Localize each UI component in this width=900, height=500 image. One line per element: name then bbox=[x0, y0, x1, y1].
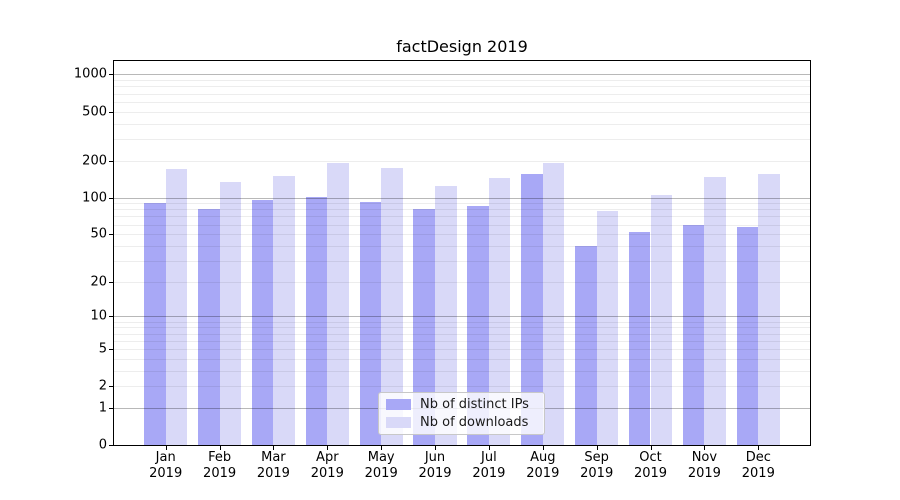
gridline-major-1000 bbox=[114, 74, 810, 75]
gridline-minor-9 bbox=[114, 322, 810, 323]
y-tick-100 bbox=[109, 198, 113, 199]
gridline-major-10 bbox=[114, 316, 810, 317]
x-tick-dec bbox=[758, 446, 759, 450]
bar-feb-downloads bbox=[220, 182, 242, 446]
y-tick-1000 bbox=[109, 74, 113, 75]
gridline-minor-6 bbox=[114, 341, 810, 342]
plot-area bbox=[113, 60, 811, 446]
bar-jan-downloads bbox=[166, 169, 188, 445]
gridline-minor-700 bbox=[114, 94, 810, 95]
y-tick-label-100: 100 bbox=[82, 191, 107, 204]
x-tick-apr bbox=[327, 446, 328, 450]
gridline-minor-300 bbox=[114, 139, 810, 140]
chart-figure: factDesign 2019 Nb of distinct IPs Nb of… bbox=[0, 0, 900, 500]
x-tick-may bbox=[381, 446, 382, 450]
y-tick-1 bbox=[109, 408, 113, 409]
gridline-minor-2 bbox=[114, 386, 810, 387]
gridline-minor-90 bbox=[114, 203, 810, 204]
y-tick-label-5: 5 bbox=[99, 342, 107, 355]
gridline-minor-4 bbox=[114, 359, 810, 360]
gridline-minor-3 bbox=[114, 371, 810, 372]
x-tick-label-oct: Oct2019 bbox=[634, 450, 667, 482]
gridline-minor-40 bbox=[114, 246, 810, 247]
x-tick-label-jan: Jan2019 bbox=[149, 450, 182, 482]
y-tick-label-0: 0 bbox=[99, 439, 107, 452]
x-tick-label-mar: Mar2019 bbox=[257, 450, 290, 482]
gridline-minor-70 bbox=[114, 216, 810, 217]
bar-oct-distinct-ips bbox=[629, 232, 651, 445]
bar-apr-downloads bbox=[327, 163, 349, 445]
legend: Nb of distinct IPs Nb of downloads bbox=[378, 392, 545, 435]
gridline-minor-500 bbox=[114, 112, 810, 113]
gridline-minor-50 bbox=[114, 234, 810, 235]
x-tick-nov bbox=[704, 446, 705, 450]
legend-swatch-distinct-ips bbox=[386, 399, 411, 410]
x-tick-label-jul: Jul2019 bbox=[472, 450, 505, 482]
y-tick-label-10: 10 bbox=[90, 310, 107, 323]
gridline-minor-600 bbox=[114, 102, 810, 103]
x-tick-label-aug: Aug2019 bbox=[526, 450, 559, 482]
gridline-minor-20 bbox=[114, 282, 810, 283]
y-tick-10 bbox=[109, 316, 113, 317]
y-tick-label-500: 500 bbox=[82, 105, 107, 118]
x-tick-label-nov: Nov2019 bbox=[688, 450, 721, 482]
gridline-minor-400 bbox=[114, 124, 810, 125]
chart-title: factDesign 2019 bbox=[113, 37, 811, 56]
y-tick-5 bbox=[109, 349, 113, 350]
x-tick-jul bbox=[489, 446, 490, 450]
gridline-minor-80 bbox=[114, 209, 810, 210]
y-tick-label-50: 50 bbox=[90, 228, 107, 241]
gridline-major-100 bbox=[114, 198, 810, 199]
y-tick-label-2: 2 bbox=[99, 380, 107, 393]
x-tick-aug bbox=[543, 446, 544, 450]
x-tick-label-may: May2019 bbox=[365, 450, 398, 482]
gridline-minor-200 bbox=[114, 161, 810, 162]
y-tick-label-1: 1 bbox=[99, 401, 107, 414]
y-tick-label-1000: 1000 bbox=[74, 68, 107, 81]
legend-label-downloads: Nb of downloads bbox=[420, 415, 528, 430]
bar-sep-distinct-ips bbox=[575, 246, 597, 445]
gridline-minor-8 bbox=[114, 327, 810, 328]
legend-label-distinct-ips: Nb of distinct IPs bbox=[420, 397, 529, 412]
x-tick-label-sep: Sep2019 bbox=[580, 450, 613, 482]
gridline-minor-800 bbox=[114, 86, 810, 87]
y-tick-500 bbox=[109, 112, 113, 113]
y-tick-0 bbox=[109, 445, 113, 446]
y-tick-label-20: 20 bbox=[90, 275, 107, 288]
gridline-minor-60 bbox=[114, 225, 810, 226]
gridline-minor-30 bbox=[114, 261, 810, 262]
bar-dec-downloads bbox=[758, 174, 780, 445]
x-tick-label-dec: Dec2019 bbox=[742, 450, 775, 482]
legend-swatch-downloads bbox=[386, 417, 411, 428]
x-tick-jan bbox=[166, 446, 167, 450]
bar-aug-downloads bbox=[543, 163, 565, 445]
x-tick-label-apr: Apr2019 bbox=[311, 450, 344, 482]
y-tick-200 bbox=[109, 161, 113, 162]
x-tick-mar bbox=[273, 446, 274, 450]
x-tick-label-feb: Feb2019 bbox=[203, 450, 236, 482]
x-tick-jun bbox=[435, 446, 436, 450]
legend-item-downloads: Nb of downloads bbox=[386, 415, 537, 430]
y-tick-20 bbox=[109, 282, 113, 283]
legend-item-distinct-ips: Nb of distinct IPs bbox=[386, 397, 537, 412]
gridline-minor-5 bbox=[114, 349, 810, 350]
y-tick-label-200: 200 bbox=[82, 154, 107, 167]
gridline-minor-900 bbox=[114, 80, 810, 81]
x-tick-feb bbox=[220, 446, 221, 450]
x-tick-oct bbox=[651, 446, 652, 450]
x-tick-sep bbox=[597, 446, 598, 450]
y-tick-2 bbox=[109, 386, 113, 387]
bar-nov-distinct-ips bbox=[683, 225, 705, 445]
y-tick-50 bbox=[109, 234, 113, 235]
x-tick-label-jun: Jun2019 bbox=[418, 450, 451, 482]
gridline-minor-7 bbox=[114, 334, 810, 335]
